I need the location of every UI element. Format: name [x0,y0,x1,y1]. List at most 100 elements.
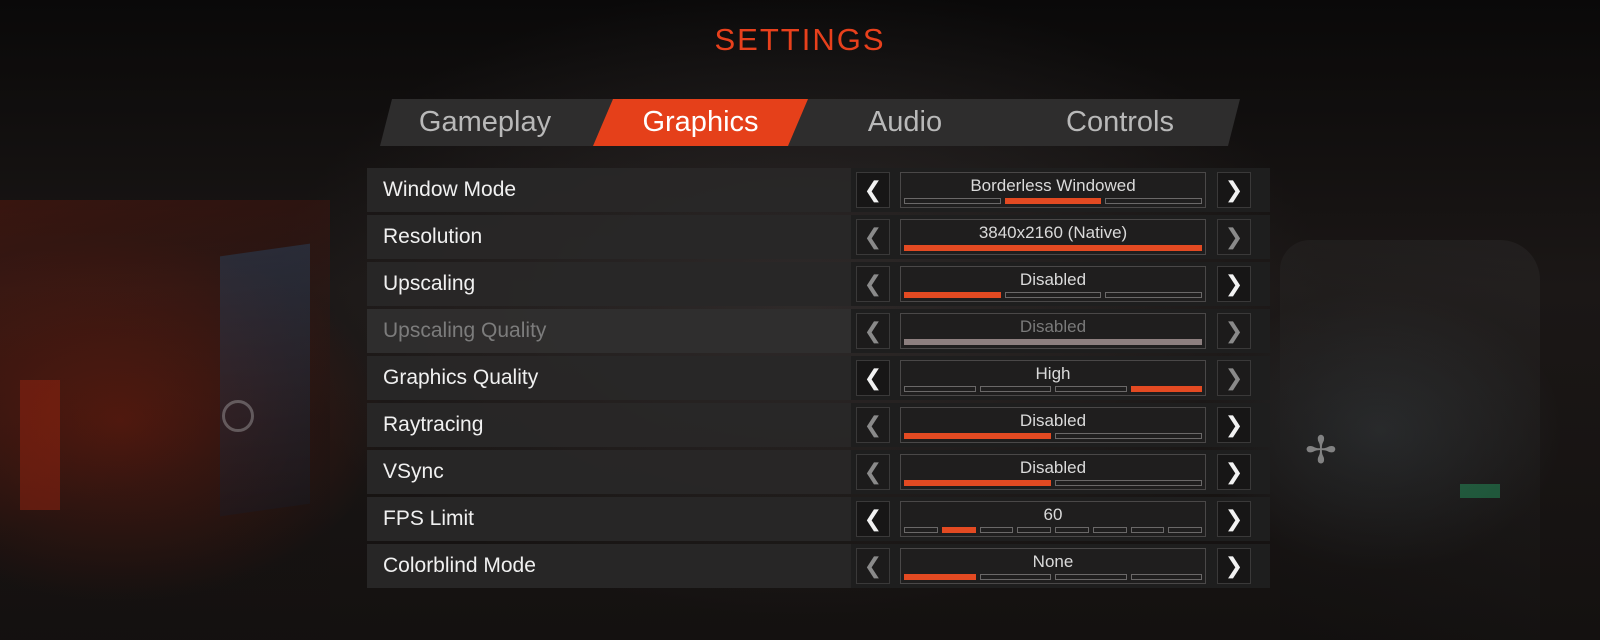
chevron-left-icon[interactable]: ❮ [856,454,890,490]
setting-row-resolution[interactable]: Resolution ❮ 3840x2160 (Native) ❯ [367,215,1270,259]
option-segment [904,198,1001,204]
tab-controls[interactable]: Controls [1035,99,1205,146]
setting-value: Disabled [1019,317,1087,336]
setting-value: None [1032,552,1074,571]
setting-label: Colorblind Mode [383,554,536,577]
setting-label: Upscaling [383,272,476,295]
setting-value: High [1035,364,1071,383]
setting-value-selector[interactable]: Borderless Windowed [900,172,1206,208]
option-segment [904,386,976,392]
chevron-left-icon[interactable]: ❮ [856,313,890,349]
option-segment [1055,386,1127,392]
background-ceiling-fan-icon: ✢ [1305,428,1337,472]
option-indicator [904,574,1202,580]
option-indicator [904,527,1202,533]
setting-label: Upscaling Quality [383,319,547,342]
background-scene-red-pillar [20,380,60,510]
option-segment [1105,198,1203,204]
setting-row-window-mode[interactable]: Window Mode ❮ Borderless Windowed ❯ [367,168,1270,212]
chevron-left-icon[interactable]: ❮ [856,172,890,208]
option-segment [1017,527,1051,533]
setting-value-selector[interactable]: 60 [900,501,1206,537]
chevron-right-icon[interactable]: ❯ [1217,407,1251,443]
setting-label: FPS Limit [383,507,475,530]
option-segment [904,574,976,580]
setting-label: VSync [383,460,444,483]
option-segment [904,339,1202,345]
game-screen: ✢ SETTINGS Gameplay Graphics Audio Contr… [0,0,1600,640]
chevron-left-icon[interactable]: ❮ [856,501,890,537]
setting-value: Disabled [1019,270,1087,289]
chevron-right-icon[interactable]: ❯ [1217,172,1251,208]
setting-value-selector[interactable]: High [900,360,1206,396]
setting-value-selector[interactable]: None [900,548,1206,584]
option-segment [1055,527,1089,533]
setting-row-vsync[interactable]: VSync ❮ Disabled ❯ [367,450,1270,494]
setting-label: Resolution [383,225,483,248]
setting-value: Disabled [1019,458,1087,477]
setting-label: Raytracing [383,413,484,436]
chevron-left-icon[interactable]: ❮ [856,548,890,584]
setting-row-fps-limit[interactable]: FPS Limit ❮ 60 ❯ [367,497,1270,541]
option-segment [1105,292,1203,298]
tab-bar: Gameplay Graphics Audio Controls [380,99,1240,146]
option-segment [979,386,1051,392]
setting-label: Window Mode [383,178,517,201]
option-segment [1168,527,1202,533]
option-segment [904,245,1202,251]
option-segment [1055,480,1202,486]
tab-gameplay[interactable]: Gameplay [400,99,570,146]
tab-audio[interactable]: Audio [820,99,990,146]
page-title: SETTINGS [714,22,886,57]
option-segment [1130,574,1202,580]
option-segment [1055,433,1202,439]
chevron-left-icon[interactable]: ❮ [856,407,890,443]
setting-row-graphics-quality[interactable]: Graphics Quality ❮ High ❯ [367,356,1270,400]
setting-value-selector[interactable]: Disabled [900,266,1206,302]
option-segment [1055,574,1127,580]
option-segment [904,527,938,533]
chevron-right-icon[interactable]: ❯ [1217,219,1251,255]
option-indicator [904,292,1203,298]
setting-value-selector[interactable]: Disabled [900,407,1206,443]
setting-value: 3840x2160 (Native) [978,223,1128,242]
setting-value: Borderless Windowed [970,176,1136,195]
background-target-icon [222,400,254,432]
chevron-right-icon[interactable]: ❯ [1217,501,1251,537]
chevron-left-icon[interactable]: ❮ [856,266,890,302]
setting-value-selector[interactable]: Disabled [900,454,1206,490]
setting-value-selector[interactable]: Disabled [900,313,1206,349]
option-segment [1004,198,1102,204]
settings-list: Window Mode ❮ Borderless Windowed ❯ Resoluti… [367,168,1270,591]
setting-row-upscaling[interactable]: Upscaling ❮ Disabled ❯ [367,262,1270,306]
setting-row-colorblind-mode[interactable]: Colorblind Mode ❮ None ❯ [367,544,1270,588]
setting-label: Graphics Quality [383,366,539,389]
option-segment [979,574,1051,580]
option-segment [941,527,976,533]
chevron-right-icon[interactable]: ❯ [1217,454,1251,490]
setting-value: 60 [1043,505,1063,524]
chevron-right-icon[interactable]: ❯ [1217,360,1251,396]
setting-value: Disabled [1019,411,1087,430]
option-indicator [904,198,1203,204]
option-segment [1092,527,1127,533]
chevron-right-icon[interactable]: ❯ [1217,313,1251,349]
tab-graphics[interactable]: Graphics [603,99,798,146]
setting-value-selector[interactable]: 3840x2160 (Native) [900,219,1206,255]
setting-row-upscaling-quality[interactable]: Upscaling Quality ❮ Disabled ❯ [367,309,1270,353]
option-indicator [904,480,1202,486]
option-segment [1130,527,1165,533]
chevron-left-icon[interactable]: ❮ [856,360,890,396]
background-green-light [1460,484,1500,498]
option-segment [979,527,1014,533]
chevron-right-icon[interactable]: ❯ [1217,548,1251,584]
option-indicator [904,245,1202,251]
option-segment [1004,292,1102,298]
chevron-right-icon[interactable]: ❯ [1217,266,1251,302]
option-segment [904,480,1051,486]
option-indicator [904,433,1202,439]
chevron-left-icon[interactable]: ❮ [856,219,890,255]
background-scene-blue-wall [220,243,310,517]
option-segment [904,433,1051,439]
setting-row-raytracing[interactable]: Raytracing ❮ Disabled ❯ [367,403,1270,447]
